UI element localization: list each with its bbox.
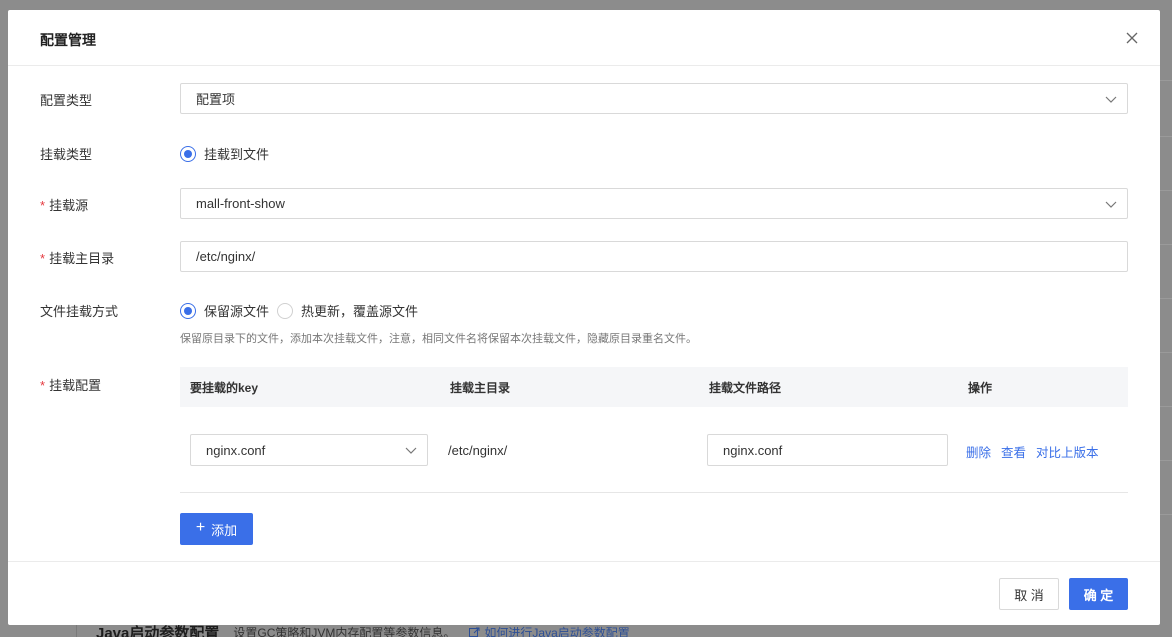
delete-link[interactable]: 删除 xyxy=(966,442,991,461)
column-header-path: 挂载文件路径 xyxy=(709,380,782,395)
table-row: nginx.conf /etc/nginx/ nginx.conf 删除 查看 … xyxy=(180,407,1128,493)
row-mount-dir: /etc/nginx/ xyxy=(448,443,508,458)
mount-config-table: 要挂载的key 挂载主目录 挂载文件路径 操作 nginx.conf /etc/… xyxy=(180,367,1128,493)
config-type-label: 配置类型 xyxy=(40,93,93,108)
mount-to-file-label: 挂载到文件 xyxy=(204,147,270,162)
mount-to-file-radio[interactable]: 挂载到文件 xyxy=(180,144,269,163)
dialog-header: 配置管理 xyxy=(8,10,1160,66)
key-select[interactable]: nginx.conf xyxy=(190,434,428,466)
background-help-link[interactable]: 如何进行Java启动参数配置 xyxy=(469,624,630,637)
compare-previous-link[interactable]: 对比上版本 xyxy=(1036,442,1099,461)
mount-type-radio-group: 挂载到文件 xyxy=(180,144,277,163)
chevron-down-icon xyxy=(1105,201,1117,208)
background-help-link-text: 如何进行Java启动参数配置 xyxy=(484,625,630,637)
mount-path-input[interactable]: nginx.conf xyxy=(707,434,948,466)
hot-update-radio[interactable]: 热更新，覆盖源文件 xyxy=(277,301,418,320)
radio-unchecked-icon xyxy=(277,302,294,319)
add-button-label: 添加 xyxy=(211,522,238,538)
close-button[interactable] xyxy=(1124,30,1140,46)
config-management-dialog: 配置管理 配置类型 配置项 挂载类型 挂载到文件 * 挂载源 mall-front… xyxy=(8,10,1160,625)
radio-checked-icon xyxy=(180,302,196,319)
chevron-down-icon xyxy=(405,447,417,454)
required-mark: * xyxy=(40,251,46,266)
mount-path-value: nginx.conf xyxy=(723,442,783,458)
view-link[interactable]: 查看 xyxy=(1001,442,1026,461)
keep-source-file-radio[interactable]: 保留源文件 xyxy=(180,301,269,320)
plus-icon: + xyxy=(195,519,206,536)
chevron-down-icon xyxy=(1105,96,1117,103)
column-header-key: 要挂载的key xyxy=(190,380,259,395)
config-type-select[interactable]: 配置项 xyxy=(180,83,1128,114)
key-value: nginx.conf xyxy=(206,442,266,458)
external-link-icon xyxy=(469,627,480,637)
mount-dir-value: /etc/nginx/ xyxy=(196,249,256,264)
radio-checked-icon xyxy=(180,145,196,162)
add-button[interactable]: + 添加 xyxy=(180,513,253,545)
dialog-body: 配置类型 配置项 挂载类型 挂载到文件 * 挂载源 mall-front-show… xyxy=(8,66,1160,561)
mount-type-label: 挂载类型 xyxy=(40,147,93,162)
mount-source-label: * 挂载源 xyxy=(40,198,89,213)
required-mark: * xyxy=(40,198,46,213)
required-mark: * xyxy=(40,378,46,393)
mount-config-label: * 挂载配置 xyxy=(40,378,102,393)
mount-source-select[interactable]: mall-front-show xyxy=(180,188,1128,219)
column-header-dir: 挂载主目录 xyxy=(450,380,511,395)
config-type-value: 配置项 xyxy=(196,92,236,107)
cancel-button[interactable]: 取 消 xyxy=(999,578,1059,610)
hot-update-label: 热更新，覆盖源文件 xyxy=(301,304,419,319)
mount-dir-input[interactable]: /etc/nginx/ xyxy=(180,241,1128,272)
mount-source-value: mall-front-show xyxy=(196,196,285,211)
close-icon xyxy=(1126,32,1138,44)
mount-dir-label: * 挂载主目录 xyxy=(40,251,115,266)
keep-source-file-label: 保留源文件 xyxy=(204,304,270,319)
confirm-button[interactable]: 确 定 xyxy=(1069,578,1128,610)
file-mount-mode-radio-group: 保留源文件 热更新，覆盖源文件 xyxy=(180,301,426,320)
row-actions: 删除 查看 对比上版本 xyxy=(966,442,1099,461)
dialog-title: 配置管理 xyxy=(40,32,96,48)
table-header: 要挂载的key 挂载主目录 挂载文件路径 操作 xyxy=(180,367,1128,407)
file-mount-mode-label: 文件挂载方式 xyxy=(40,304,119,319)
background-section-desc: 设置GC策略和JVM内存配置等参数信息。 xyxy=(233,625,456,637)
dialog-footer: 取 消 确 定 xyxy=(8,561,1160,625)
file-mount-mode-hint: 保留原目录下的文件，添加本次挂载文件，注意，相同文件名将保留本次挂载文件，隐藏原… xyxy=(180,333,697,345)
column-header-actions: 操作 xyxy=(968,380,993,395)
